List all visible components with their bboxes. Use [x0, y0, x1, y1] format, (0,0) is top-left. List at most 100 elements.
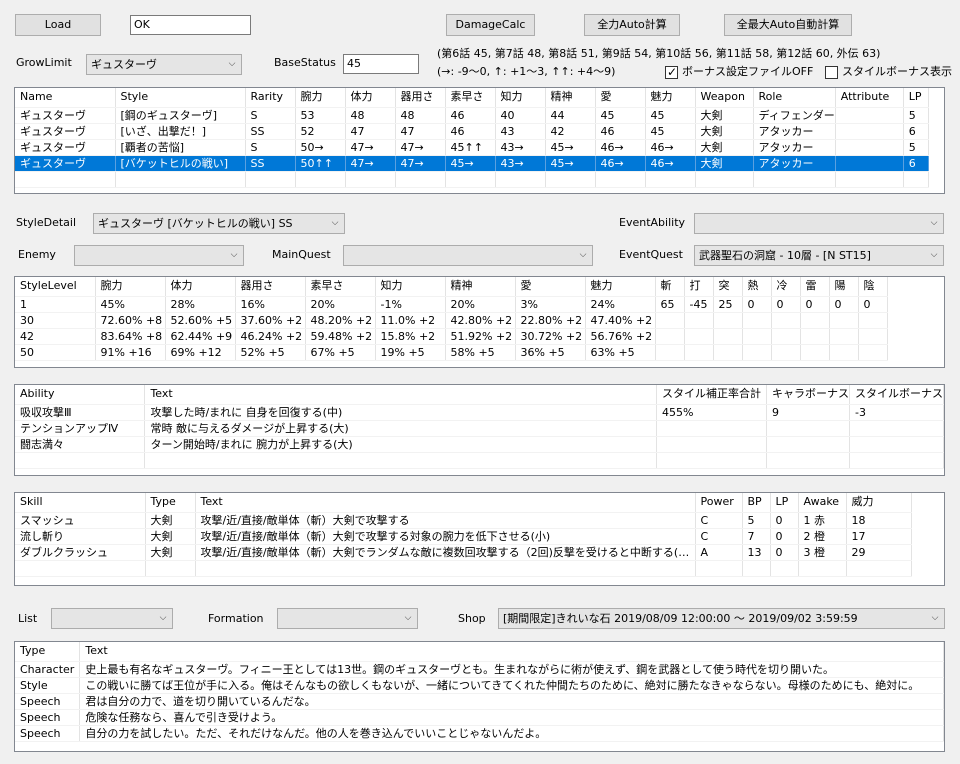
ability-row[interactable]: テンションアップⅣ 常時 敵に与えるダメージが上昇する(大) — [15, 420, 944, 437]
eventquest-select[interactable]: 武器聖石の洞窟 - 10層 - [N ST15] ⌵ — [694, 245, 944, 266]
style-table[interactable]: Name Style Rarity 腕力 体力 器用さ 素早さ 知力 精神愛魅力 Weapon Ro… — [14, 87, 945, 194]
text-row[interactable]: Character 史上最も有名なギュスターヴ。フィニー王としては13世。鋼のギュ… — [15, 661, 944, 678]
bonus-file-off-checkbox[interactable]: ✓ — [665, 65, 678, 79]
ok-textbox[interactable]: OK — [130, 15, 251, 35]
column-header[interactable]: Type — [145, 493, 196, 513]
growlimit-select[interactable]: ギュスターヴ ⌵ — [86, 54, 242, 75]
column-header[interactable]: Text — [79, 642, 944, 662]
load-button[interactable]: Load — [15, 14, 101, 36]
basestatus-input[interactable]: 45 — [343, 54, 419, 74]
table-cell: 56.76% +2 — [585, 328, 656, 345]
text-table[interactable]: Type Text Character 史上最も有名なギュスターヴ。フィニー王としては… — [14, 641, 945, 752]
column-header[interactable]: 体力 — [345, 88, 396, 108]
styledetail-select[interactable]: ギュスターヴ [バケットヒルの戦い] SS ⌵ — [93, 213, 345, 234]
skill-row[interactable]: ダブルクラッシュ 大剣 攻撃/近/直接/敵単体（斬）大剣でランダムな敵に複数回攻撃す… — [15, 544, 912, 561]
column-header[interactable]: 知力 — [375, 277, 446, 297]
column-header[interactable]: 魅力 — [645, 88, 696, 108]
damagecalc-button[interactable]: DamageCalc — [446, 14, 535, 36]
eventability-label: EventAbility — [619, 216, 686, 229]
column-header[interactable]: Type — [15, 642, 81, 662]
column-header[interactable]: 腕力 — [95, 277, 166, 297]
column-header[interactable]: スタイル補正率合計 — [656, 385, 767, 405]
column-header[interactable]: 器用さ — [395, 88, 446, 108]
text-row[interactable]: Speech 自分の力を試したい。ただ、それだけなんだ。他の人を巻き込んでいいこと… — [15, 725, 944, 742]
formation-select[interactable]: ⌵ — [277, 608, 418, 629]
column-header[interactable]: 精神 — [445, 277, 516, 297]
level-row[interactable]: 30 72.60% +8 52.60% +5 37.60% +2 48.20% +2 11… — [15, 312, 888, 329]
column-header[interactable]: Power — [695, 493, 743, 513]
style-row[interactable]: ギュスターヴ [バケットヒルの戦い] SS 50↑↑ 47→ 47→ 45→ 43→ 45→ 46… — [15, 155, 929, 172]
column-header[interactable]: スタイルボーナス — [849, 385, 944, 405]
ability-row[interactable]: 闘志満々 ターン開始時/まれに 腕力が上昇する(大) — [15, 436, 944, 453]
style-row[interactable]: ギュスターヴ [いざ、出撃だ！] SS 52 47 47 46 43 42 46 45 大剣 アタッカー… — [15, 123, 929, 140]
ability-row[interactable]: 吸収攻撃Ⅲ 攻撃した時/まれに 自身を回復する(中) 455% 9 -3 — [15, 404, 944, 421]
table-cell: 攻撃/近/直接/敵単体（斬）大剣でランダムな敵に複数回攻撃する（2回)反撃を受け… — [195, 544, 696, 561]
mainquest-select[interactable]: ⌵ — [343, 245, 593, 266]
column-header[interactable]: 陽 — [829, 277, 859, 297]
header-row: Type Text — [15, 642, 944, 662]
column-header[interactable]: 陰 — [858, 277, 888, 297]
column-header[interactable]: 素早さ — [445, 88, 496, 108]
column-header[interactable]: 斬 — [655, 277, 685, 297]
table-cell: 52% +5 — [235, 344, 306, 361]
level-row[interactable]: 42 83.64% +8 62.44% +9 46.24% +2 59.48% +2 15… — [15, 328, 888, 345]
column-header[interactable]: 愛 — [515, 277, 586, 297]
list-select[interactable]: ⌵ — [51, 608, 173, 629]
column-header[interactable]: 熱 — [742, 277, 772, 297]
shop-select[interactable]: [期間限定]きれいな石 2019/08/09 12:00:00 ～ 2019/0… — [498, 608, 945, 629]
column-header[interactable]: 雷 — [800, 277, 830, 297]
ability-table[interactable]: Ability Text スタイル補正率合計 キャラボーナス スタイルボーナス 吸収攻撃Ⅲ… — [14, 384, 945, 476]
text-row[interactable]: Speech 君は自分の力で、道を切り開いているんだな。 — [15, 693, 944, 710]
column-header[interactable]: 器用さ — [235, 277, 306, 297]
column-header[interactable]: 魅力 — [585, 277, 656, 297]
column-header[interactable]: Ability — [15, 385, 146, 405]
style-bonus-checkbox[interactable] — [825, 66, 838, 79]
column-header[interactable]: 冷 — [771, 277, 801, 297]
text-row[interactable]: Style この戦いに勝てば王位が手に入る。俺はそんなもの欲しくもないが、一緒につ… — [15, 677, 944, 694]
column-header[interactable]: Role — [753, 88, 836, 108]
column-header[interactable]: Style — [115, 88, 246, 108]
level-row[interactable]: 50 91% +16 69% +12 52% +5 67% +5 19% +5 58% +5… — [15, 344, 888, 361]
column-header[interactable]: Skill — [15, 493, 146, 513]
column-header[interactable]: 腕力 — [295, 88, 346, 108]
eventability-select[interactable]: ⌵ — [694, 213, 944, 234]
empty-cell — [835, 171, 904, 188]
text-row[interactable]: Speech 危険な任務なら、喜んで引き受けよう。 — [15, 709, 944, 726]
table-cell — [684, 328, 714, 345]
column-header[interactable]: 愛 — [595, 88, 646, 108]
style-level-table[interactable]: StyleLevel 腕力 体力 器用さ 素早さ 知力 精神愛魅力斬打突熱冷雷陽陰 1 45% 2… — [14, 276, 945, 368]
column-header[interactable]: StyleLevel — [15, 277, 96, 297]
skill-row[interactable]: 流し斬り 大剣 攻撃/近/直接/敵単体（斬）大剣で攻撃する対象の腕力を低下させる(小… — [15, 528, 912, 545]
max-auto-calc-button[interactable]: 全最大Auto自動計算 — [724, 14, 852, 36]
column-header[interactable]: Awake — [798, 493, 847, 513]
table-cell: 47→ — [395, 155, 446, 172]
column-header[interactable]: Rarity — [245, 88, 296, 108]
column-header[interactable]: 素早さ — [305, 277, 376, 297]
column-header[interactable]: 威力 — [846, 493, 912, 513]
level-row[interactable]: 1 45% 28% 16% 20% -1% 20% 3% 24% 65 -45 25 0 0 0 0 0 — [15, 296, 888, 313]
column-header[interactable]: LP — [770, 493, 799, 513]
column-header[interactable]: Attribute — [835, 88, 904, 108]
column-header[interactable]: 打 — [684, 277, 714, 297]
column-header[interactable]: Name — [15, 88, 116, 108]
table-cell: 72.60% +8 — [95, 312, 166, 329]
column-header[interactable]: キャラボーナス — [766, 385, 850, 405]
style-row[interactable]: ギュスターヴ [覇者の苦悩] S 50→ 47→ 47→ 45↑↑ 43→ 45→ 46→ 46→ 大… — [15, 139, 929, 156]
skill-table[interactable]: Skill Type Text Power BP LP Awake 威力 スマッシュ 大剣 攻撃/近… — [14, 492, 945, 586]
column-header[interactable]: Text — [195, 493, 696, 513]
table-cell: 0 — [770, 528, 799, 545]
style-row[interactable]: ギュスターヴ [鋼のギュスターヴ] S 53 48 48 46 40 44 45 45 大剣 ディフェン… — [15, 107, 929, 124]
empty-cell — [115, 171, 246, 188]
full-auto-calc-button[interactable]: 全力Auto計算 — [584, 14, 680, 36]
column-header[interactable]: 体力 — [165, 277, 236, 297]
column-header[interactable]: BP — [742, 493, 771, 513]
column-header[interactable]: 突 — [713, 277, 743, 297]
column-header[interactable]: LP — [903, 88, 929, 108]
column-header[interactable]: Weapon — [695, 88, 754, 108]
column-header[interactable]: Text — [144, 385, 657, 405]
column-header[interactable]: 知力 — [495, 88, 546, 108]
skill-row[interactable]: スマッシュ 大剣 攻撃/近/直接/敵単体（斬）大剣で攻撃する C 5 0 1 赤 18 — [15, 512, 912, 529]
table-cell: 47→ — [345, 139, 396, 156]
column-header[interactable]: 精神 — [545, 88, 596, 108]
enemy-select[interactable]: ⌵ — [74, 245, 244, 266]
